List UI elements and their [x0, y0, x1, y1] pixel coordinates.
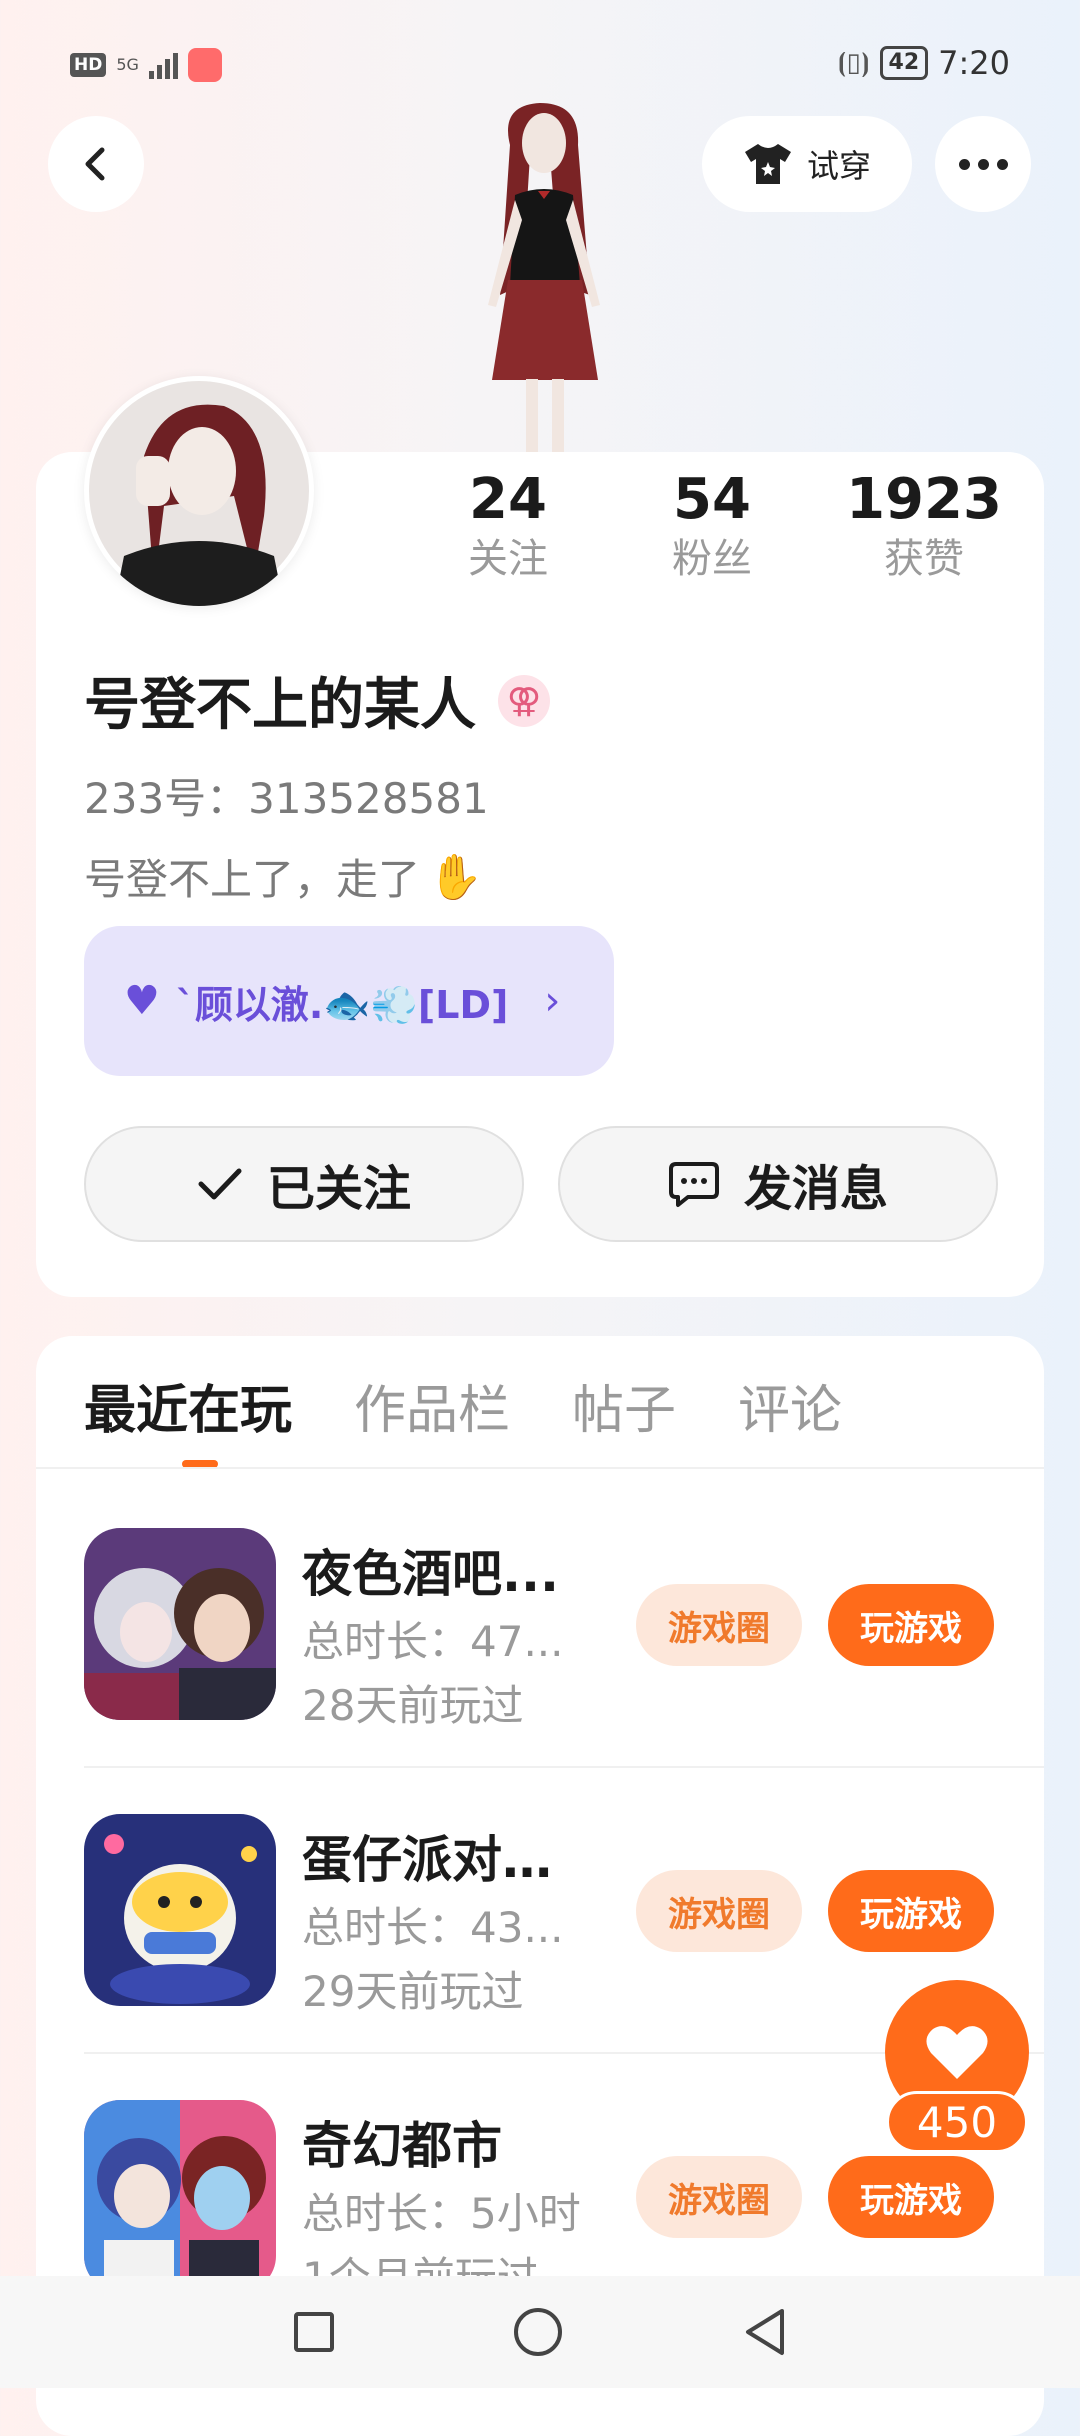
network-type: 5G — [116, 55, 139, 74]
play-game-button[interactable]: 玩游戏 — [828, 1584, 994, 1666]
game-icon-fantasy-city — [84, 2100, 276, 2292]
game-icon-eggy-party — [84, 1814, 276, 2006]
tab-recently-played[interactable]: 最近在玩 — [84, 1368, 292, 1443]
chevron-right-icon: › — [544, 978, 561, 1024]
send-message-button[interactable]: 发消息 — [558, 1126, 998, 1242]
home-button[interactable] — [514, 2308, 562, 2356]
back-arrow-icon — [85, 147, 105, 181]
user-bio-row: 号登不上了，走了 ✋ — [84, 846, 483, 907]
tab-comments[interactable]: 评论 — [738, 1368, 842, 1443]
likes-received-label: 获赞 — [884, 536, 964, 582]
vibrate-icon: ⦗▯⦘ — [837, 47, 870, 78]
game-last-played: 29天前玩过 — [302, 1967, 524, 2016]
user-id: 233号：313528581 — [84, 774, 489, 823]
followed-label: 已关注 — [266, 1161, 411, 1217]
tshirt-icon — [744, 144, 791, 184]
game-item[interactable]: 夜色酒吧... 总时长：47... 28天前玩过 游戏圈 玩游戏 — [84, 1528, 1044, 1814]
status-bar: HD 5G ⦗▯⦘ 42 7:20 — [0, 40, 1080, 90]
checkmark-icon — [198, 1168, 242, 1200]
avatar-character-figure — [488, 103, 600, 455]
hearts-icon: ♥ — [124, 978, 160, 1024]
chat-bubble-icon — [668, 1162, 719, 1207]
stat-likes[interactable]: 1923 获赞 — [824, 468, 1024, 586]
play-game-button[interactable]: 玩游戏 — [828, 1870, 994, 1952]
game-name: 夜色酒吧... — [302, 1545, 559, 1603]
game-duration: 总时长：47... — [302, 1617, 564, 1666]
game-duration: 总时长：43... — [302, 1903, 564, 1952]
back-button[interactable] — [48, 116, 144, 212]
profile-tabs: 最近在玩 作品栏 帖子 评论 — [84, 1368, 842, 1443]
hd-indicator: HD — [70, 53, 107, 77]
stat-following[interactable]: 24 关注 — [408, 468, 608, 586]
gender-female-icon: ⚢ — [498, 674, 550, 727]
following-label: 关注 — [468, 536, 548, 582]
clock: 7:20 — [938, 44, 1010, 82]
followed-button[interactable]: 已关注 — [84, 1126, 524, 1242]
try-on-button[interactable]: 试穿 — [702, 116, 912, 212]
heart-icon — [926, 2026, 988, 2079]
following-count: 24 — [469, 467, 547, 532]
fan-group-name: `顾以澈.🐟💨[LD] — [175, 982, 509, 1027]
game-name: 蛋仔派对(... — [302, 1831, 572, 1889]
likes-received-count: 1923 — [846, 467, 1002, 532]
followers-label: 粉丝 — [672, 536, 752, 582]
send-message-label: 发消息 — [743, 1161, 888, 1217]
game-last-played: 28天前玩过 — [302, 1681, 524, 1730]
signal-icon — [148, 51, 178, 79]
user-name: 号登不上的某人 — [84, 673, 476, 738]
followers-count: 54 — [673, 467, 751, 532]
system-nav-bar — [0, 2276, 1080, 2388]
try-on-label: 试穿 — [806, 147, 871, 185]
more-dots-icon — [955, 155, 1012, 174]
battery-icon: 42 — [879, 46, 929, 80]
list-divider — [84, 1766, 1044, 1768]
game-circle-button[interactable]: 游戏圈 — [636, 2156, 802, 2238]
stat-followers[interactable]: 54 粉丝 — [612, 468, 812, 586]
tab-posts[interactable]: 帖子 — [572, 1368, 676, 1443]
tab-works[interactable]: 作品栏 — [354, 1368, 510, 1443]
user-name-row: 号登不上的某人 ⚢ — [84, 660, 550, 741]
game-name: 奇幻都市 — [302, 2117, 502, 2175]
game-icon-night-bar — [84, 1528, 276, 1720]
game-circle-button[interactable]: 游戏圈 — [636, 1870, 802, 1952]
game-duration: 总时长：5小时 — [302, 2189, 581, 2238]
like-count: 450 — [886, 2091, 1028, 2153]
back-triangle-button[interactable] — [742, 2307, 786, 2357]
user-avatar[interactable] — [84, 376, 314, 606]
play-game-button[interactable]: 玩游戏 — [828, 2156, 994, 2238]
more-button[interactable] — [935, 116, 1031, 212]
tab-divider — [36, 1467, 1044, 1469]
game-circle-button[interactable]: 游戏圈 — [636, 1584, 802, 1666]
raised-hand-icon: ✋ — [428, 851, 483, 903]
app-notification-icon — [187, 48, 222, 82]
user-bio: 号登不上了，走了 — [84, 855, 421, 904]
fan-group-button[interactable]: ♥ `顾以澈.🐟💨[LD] › — [84, 926, 614, 1076]
recents-button[interactable] — [294, 2312, 334, 2352]
avatar-image — [89, 381, 309, 606]
